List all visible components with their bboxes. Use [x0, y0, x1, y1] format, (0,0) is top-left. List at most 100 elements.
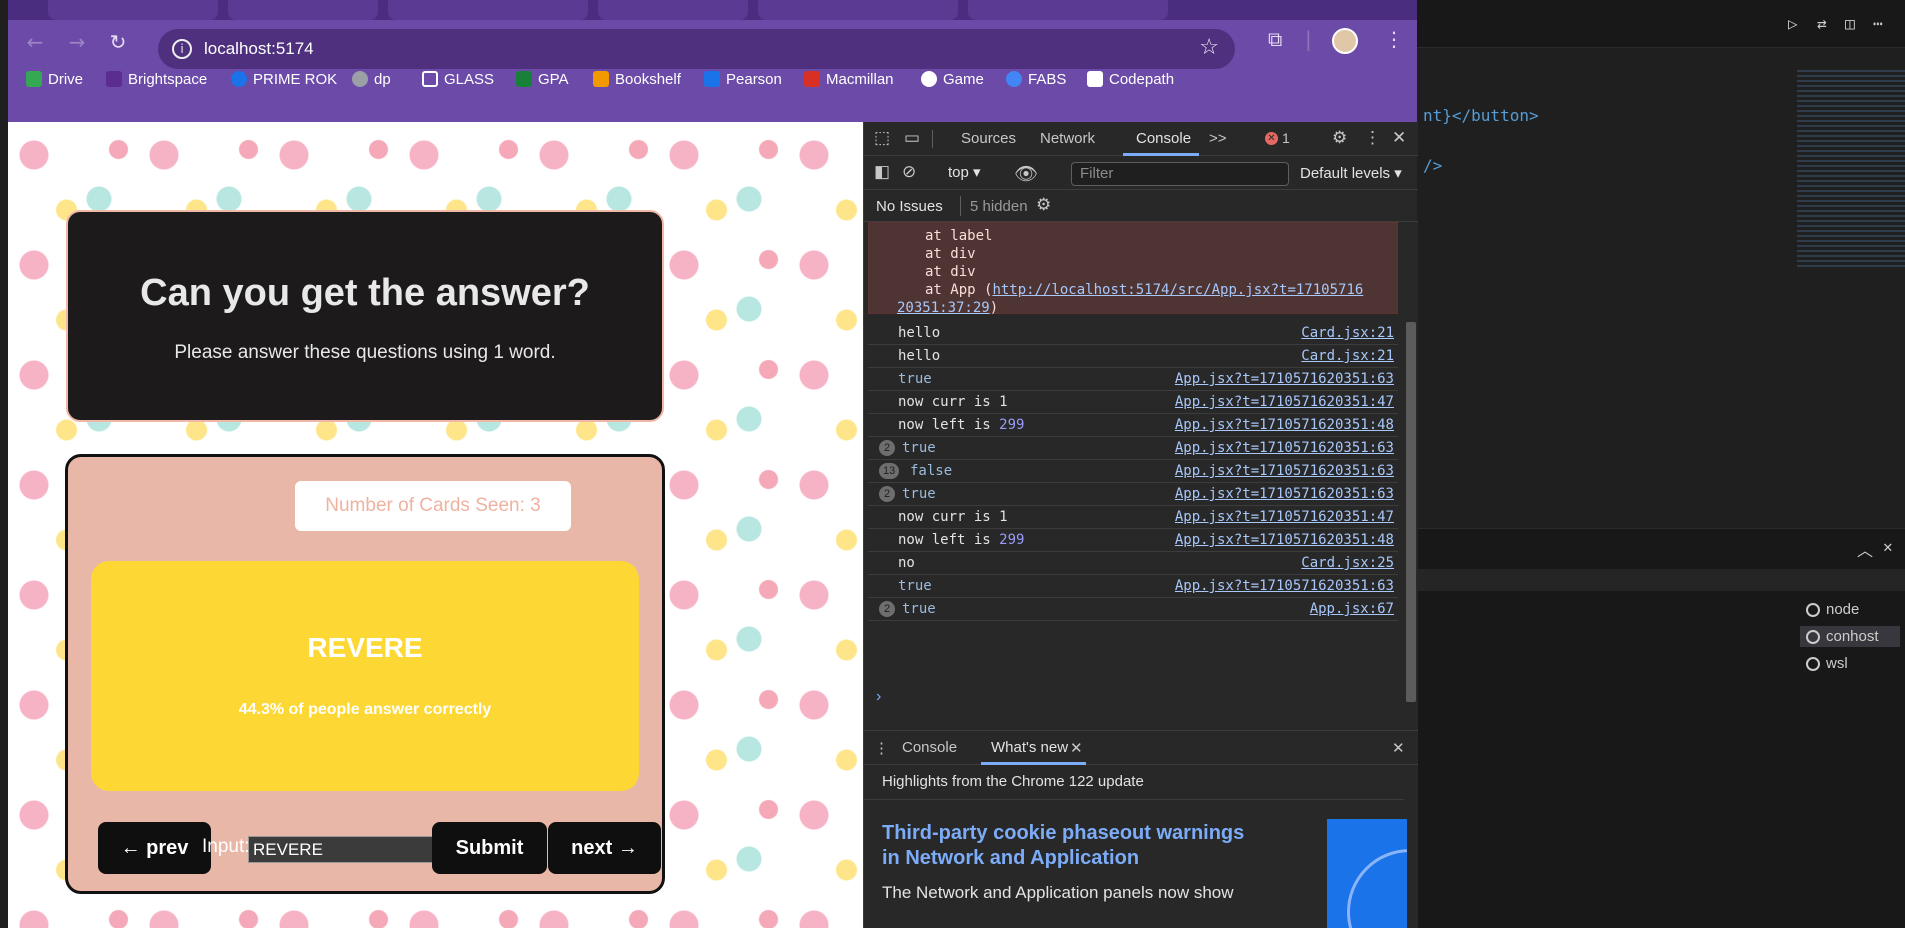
reload-icon[interactable]: ↻	[105, 29, 131, 55]
devtools-tabs: ⬚ ▭ Sources Network Console >> ✕ 1 ⚙ ⋮ ✕	[864, 122, 1418, 156]
terminal-item-node[interactable]: node	[1800, 599, 1900, 620]
split-editor-icon[interactable]: ◫	[1845, 14, 1855, 33]
browser-tab[interactable]	[388, 0, 588, 20]
bookmark-prime-rok[interactable]: PRIME ROK	[231, 64, 337, 94]
terminal-item-wsl[interactable]: wsl	[1800, 653, 1900, 674]
source-link[interactable]: App.jsx?t=1710571620351:48	[1175, 528, 1394, 552]
filter-input[interactable]: Filter	[1071, 162, 1289, 186]
source-link[interactable]: App.jsx?t=1710571620351:63	[1175, 574, 1394, 598]
scrollbar-thumb[interactable]	[1406, 322, 1416, 702]
terminal-item-conhost[interactable]: conhost	[1800, 626, 1900, 647]
bookmark-label: Drive	[48, 70, 84, 88]
source-link[interactable]: http://localhost:5174/src/App.jsx?t=1710…	[992, 282, 1363, 298]
card-stat: 44.3% of people answer correctly	[238, 701, 492, 718]
dp-icon	[352, 71, 368, 87]
bookmark-codepath[interactable]: Codepath	[1087, 64, 1174, 94]
drawer-tab-whats-new[interactable]: What's new	[991, 739, 1068, 756]
bookmark-drive[interactable]: Drive	[26, 64, 83, 94]
minimap[interactable]	[1797, 70, 1905, 270]
close-icon[interactable]: ✕	[1883, 537, 1893, 556]
browser-tab[interactable]	[758, 0, 958, 20]
bookmark-game[interactable]: Game	[921, 64, 984, 94]
bookmark-star-icon[interactable]: ☆	[1199, 35, 1219, 60]
bookmark-label: GPA	[538, 70, 569, 88]
browser-tab[interactable]	[48, 0, 218, 20]
close-drawer-icon[interactable]: ✕	[1392, 739, 1405, 757]
log-number: 299	[999, 417, 1025, 433]
close-devtools-icon[interactable]: ✕	[1392, 128, 1406, 148]
bookmark-macmillan[interactable]: Macmillan	[804, 64, 894, 94]
inspect-icon[interactable]: ⬚	[874, 128, 890, 148]
settings-icon[interactable]: ⚙	[1332, 128, 1347, 148]
clear-console-icon[interactable]: ⊘	[902, 162, 916, 182]
game-panel: Number of Cards Seen: 3 REVERE 44.3% of …	[65, 454, 665, 894]
bookmark-pearson[interactable]: Pearson	[704, 64, 782, 94]
source-link[interactable]: App.jsx?t=1710571620351:63	[1175, 482, 1394, 506]
extensions-icon[interactable]: ⧉	[1268, 27, 1282, 51]
more-tabs-button[interactable]: >>	[1209, 130, 1227, 147]
profile-avatar[interactable]	[1332, 28, 1358, 54]
bookmark-gpa[interactable]: GPA	[516, 64, 569, 94]
devtools-panel: ⬚ ▭ Sources Network Console >> ✕ 1 ⚙ ⋮ ✕ …	[863, 122, 1418, 928]
bookmark-glass[interactable]: GLASS	[422, 64, 494, 94]
drawer-tab-console[interactable]: Console	[902, 739, 957, 756]
forward-icon[interactable]: →	[64, 29, 90, 55]
source-link[interactable]: App.jsx?t=1710571620351:48	[1175, 413, 1394, 437]
eye-icon[interactable]: 👁	[1014, 162, 1038, 186]
devtools-menu-icon[interactable]: ⋮	[1364, 128, 1381, 148]
menu-icon[interactable]: ⋮	[1384, 27, 1404, 51]
error-count-badge[interactable]: ✕ 1	[1265, 130, 1290, 146]
more-icon[interactable]: ⋯	[1873, 14, 1883, 33]
source-link[interactable]: App.jsx:67	[1310, 597, 1394, 621]
back-icon[interactable]: ←	[22, 29, 48, 55]
source-link[interactable]: App.jsx?t=1710571620351:47	[1175, 390, 1394, 414]
browser-tab[interactable]	[598, 0, 748, 20]
source-link[interactable]: Card.jsx:21	[1301, 344, 1394, 368]
bookmark-fabs[interactable]: FABS	[1006, 64, 1066, 94]
source-link[interactable]: Card.jsx:25	[1301, 551, 1394, 575]
console-prompt[interactable]: ›	[876, 688, 881, 706]
bookmark-bookshelf[interactable]: Bookshelf	[593, 64, 681, 94]
console-settings-icon[interactable]: ⚙	[1036, 195, 1051, 215]
next-button[interactable]: next →	[548, 822, 661, 874]
source-link[interactable]: App.jsx?t=1710571620351:63	[1175, 436, 1394, 460]
issues-label[interactable]: No Issues	[876, 198, 943, 215]
whats-new-heading[interactable]: Third-party cookie phaseout warnings in …	[882, 821, 1262, 871]
submit-button[interactable]: Submit	[432, 822, 547, 874]
sidebar-toggle-icon[interactable]: ◧	[874, 162, 890, 182]
chevron-up-icon[interactable]: ︿	[1857, 537, 1873, 561]
log-row: 2 true App.jsx:67	[868, 597, 1398, 621]
tab-sources[interactable]: Sources	[961, 130, 1016, 147]
log-text: now curr is 1	[898, 394, 1008, 410]
log-number: 299	[999, 532, 1025, 548]
flashcard[interactable]: REVERE 44.3% of people answer correctly	[91, 561, 639, 791]
context-selector[interactable]: top ▾	[948, 163, 981, 181]
log-message: now left is 299	[898, 413, 1024, 437]
terminal-icon	[1806, 656, 1820, 671]
log-row: 13 false App.jsx?t=1710571620351:63	[868, 459, 1398, 483]
source-link[interactable]: Card.jsx:21	[1301, 321, 1394, 345]
prev-button[interactable]: ← prev	[98, 822, 211, 874]
browser-tab[interactable]	[228, 0, 378, 20]
device-toolbar-icon[interactable]: ▭	[904, 128, 920, 148]
browser-tab[interactable]	[968, 0, 1168, 20]
terminal-label: node	[1826, 601, 1860, 618]
source-link[interactable]: App.jsx?t=1710571620351:63	[1175, 367, 1394, 391]
source-link[interactable]: App.jsx?t=1710571620351:47	[1175, 505, 1394, 529]
site-info-icon[interactable]: i	[172, 39, 192, 59]
answer-input[interactable]: REVERE	[248, 836, 459, 863]
source-link[interactable]: 20351:37:29	[897, 300, 990, 316]
compare-icon[interactable]: ⇄	[1817, 14, 1827, 33]
terminal-panel: ︿ ✕ node conhost wsl	[1417, 528, 1905, 928]
bookmark-dp[interactable]: dp	[352, 64, 391, 94]
drawer-menu-icon[interactable]: ⋮	[874, 739, 889, 757]
log-levels-dropdown[interactable]: Default levels ▾	[1300, 164, 1402, 182]
tab-console[interactable]: Console	[1136, 130, 1191, 147]
address-bar[interactable]: i localhost:5174 ☆	[158, 29, 1235, 69]
close-tab-icon[interactable]: ✕	[1070, 739, 1083, 757]
tab-network[interactable]: Network	[1040, 130, 1095, 147]
drawer-tabs: ⋮ Console What's new ✕ ✕	[864, 731, 1418, 765]
bookmark-brightspace[interactable]: Brightspace	[106, 64, 207, 94]
source-link[interactable]: App.jsx?t=1710571620351:63	[1175, 459, 1394, 483]
run-icon[interactable]: ▷	[1788, 14, 1798, 33]
